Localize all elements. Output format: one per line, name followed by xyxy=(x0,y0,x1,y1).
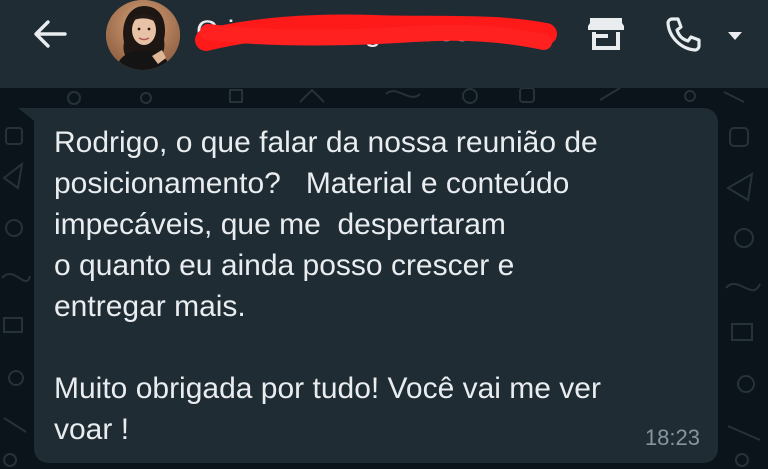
incoming-message-bubble[interactable]: Rodrigo, o que falar da nossa reunião de… xyxy=(34,108,718,463)
chat-screen: Cristiane Magalhães Rodrigo, o que falar… xyxy=(0,0,768,469)
chat-header: Cristiane Magalhães xyxy=(0,0,768,88)
message-timestamp: 18:23 xyxy=(644,425,700,450)
call-options-button[interactable] xyxy=(720,14,750,58)
contact-name[interactable]: Cristiane Magalhães xyxy=(196,12,536,52)
avatar[interactable] xyxy=(106,0,180,70)
storefront-icon xyxy=(586,16,626,56)
catalog-button[interactable] xyxy=(584,14,628,58)
voice-call-button[interactable] xyxy=(660,14,706,58)
chat-area[interactable]: Rodrigo, o que falar da nossa reunião de… xyxy=(0,88,768,469)
message-text: Rodrigo, o que falar da nossa reunião de… xyxy=(54,126,601,446)
phone-icon xyxy=(664,15,702,57)
caret-down-icon xyxy=(726,27,744,46)
arrow-left-icon xyxy=(33,19,67,53)
back-button[interactable] xyxy=(28,16,72,56)
